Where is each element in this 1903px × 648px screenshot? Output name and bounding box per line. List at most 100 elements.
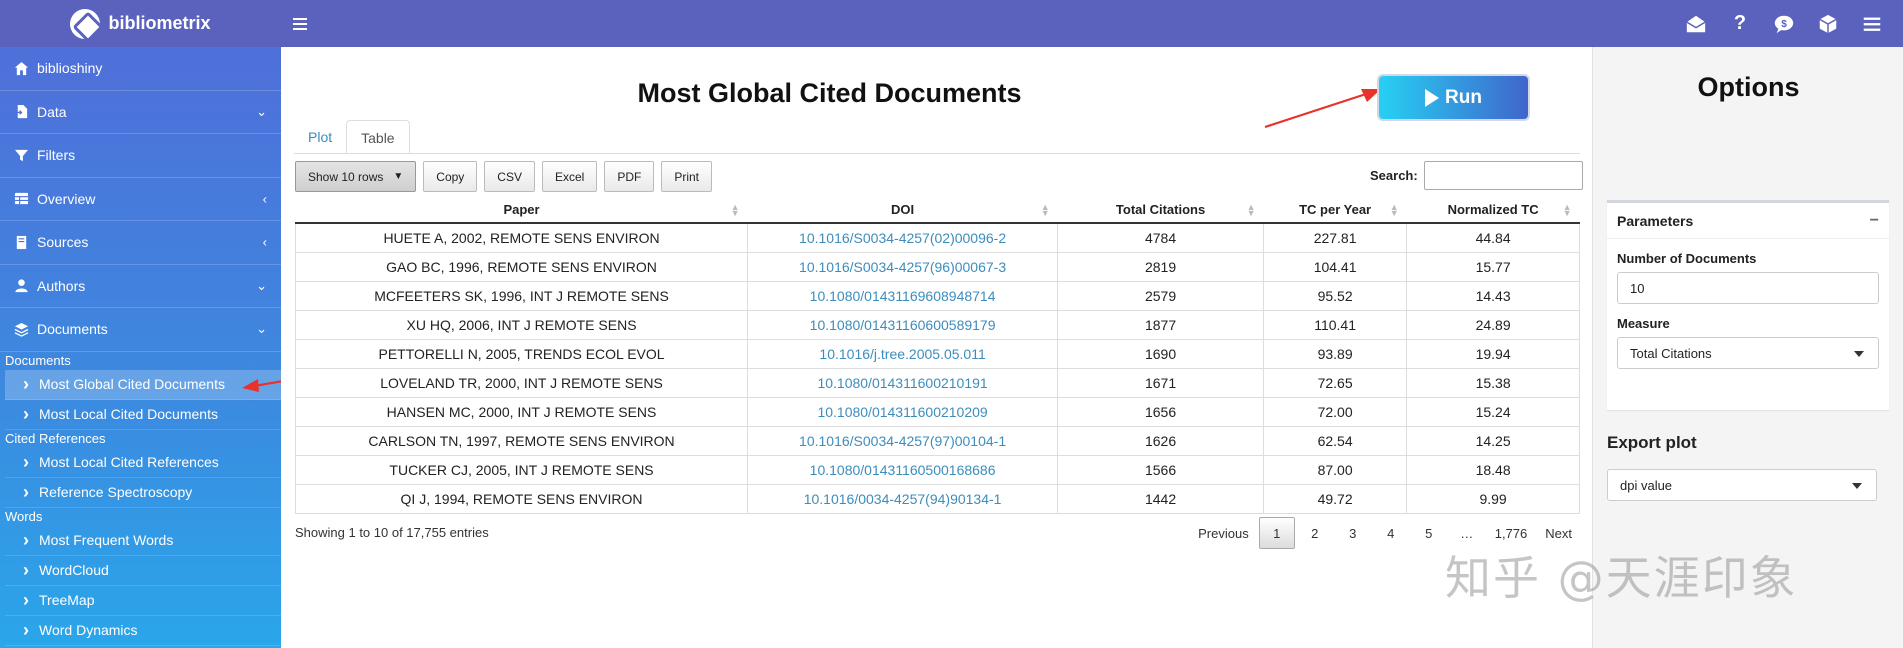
run-button[interactable]: Run [1379,76,1528,119]
cell-normalized-tc: 18.48 [1406,454,1580,484]
column-header-normalized-tc[interactable]: Normalized TC ▲ ▼ [1406,197,1580,224]
cell-tc-per-year: 104.41 [1263,251,1407,281]
column-header-tc-per-year[interactable]: TC per Year ▲ ▼ [1263,197,1407,224]
pdf-button[interactable]: PDF [604,161,655,192]
play-icon [1425,88,1440,107]
help-icon[interactable]: ? [1729,12,1751,35]
cell-total-citations: 1690 [1057,338,1264,368]
sidebar-item-overview[interactable]: Overview ‹ [0,178,281,221]
cell-paper: QI J, 1994, REMOTE SENS ENVIRON [294,483,748,514]
hamburger-line [293,22,307,25]
sort-icon: ▲ ▼ [1246,201,1256,218]
parameters-title: Parameters [1617,212,1694,229]
table-row: CARLSON TN, 1997, REMOTE SENS ENVIRON 10.… [294,425,1580,455]
sidebar-item-label: biblioshiny [37,60,103,77]
copy-button[interactable]: Copy [423,161,478,192]
sidebar-item-filters[interactable]: Filters [0,134,281,178]
cell-doi-link[interactable]: 10.1016/S0034-4257(97)00104-1 [747,425,1058,455]
tab-bar: Plot Table [294,120,410,154]
cell-doi-link[interactable]: 10.1080/01431160600589179 [747,309,1058,339]
brand-name: bibliometrix [108,13,211,33]
cell-doi-link[interactable]: 10.1080/014311600210209 [747,396,1058,426]
parameters-box: Parameters − Number of Documents 10 Meas… [1607,200,1889,410]
top-icons: ? $ [1685,0,1883,47]
num-documents-input[interactable]: 10 [1617,272,1879,304]
column-header-total-citations[interactable]: Total Citations ▲ ▼ [1057,197,1264,224]
cell-doi-link[interactable]: 10.1016/j.tree.2005.05.011 [747,338,1058,368]
measure-select[interactable]: Total Citations [1617,337,1879,369]
column-header-label: Normalized TC [1447,202,1539,217]
sidebar-item-most-local-cited-references[interactable]: Most Local Cited References [5,448,281,478]
page-button-4[interactable]: 4 [1373,517,1409,549]
sidebar-item-wordcloud[interactable]: WordCloud [5,556,281,586]
cell-total-citations: 2579 [1057,280,1264,310]
cell-tc-per-year: 87.00 [1263,454,1407,484]
top-navbar: bibliometrix ? $ [0,0,1903,47]
column-header-label: DOI [891,202,915,217]
sidebar-item-authors[interactable]: Authors ⌄ [0,265,281,308]
table-row: TUCKER CJ, 2005, INT J REMOTE SENS 10.108… [294,454,1580,484]
cell-doi-link[interactable]: 10.1080/01431160500168686 [747,454,1058,484]
cube-icon[interactable] [1817,13,1839,35]
sidebar-item-most-local-cited-documents[interactable]: Most Local Cited Documents [5,400,281,430]
sidebar-item-documents[interactable]: Documents ⌄ [0,308,281,352]
cell-paper: HUETE A, 2002, REMOTE SENS ENVIRON [294,222,748,252]
show-rows-button[interactable]: Show 10 rows ▼ [295,161,417,192]
column-header-paper[interactable]: Paper ▲ ▼ [295,197,748,224]
sidebar-item-label: Overview [37,190,96,207]
print-button[interactable]: Print [661,161,713,192]
excel-button[interactable]: Excel [541,161,598,192]
cell-doi-link[interactable]: 10.1080/01431169608948714 [747,280,1058,310]
brand[interactable]: bibliometrix [0,0,281,47]
search-input[interactable] [1423,161,1583,190]
page-button-5[interactable]: 5 [1411,517,1447,549]
chevron-left-icon: ‹ [262,191,267,207]
cell-tc-per-year: 62.54 [1263,425,1407,455]
collapse-icon[interactable]: − [1870,212,1879,230]
cell-doi-link[interactable]: 10.1016/S0034-4257(02)00096-2 [747,222,1058,252]
page-button-3[interactable]: 3 [1335,517,1371,549]
dpi-select[interactable]: dpi value [1607,469,1877,501]
page-button-1[interactable]: 1 [1258,517,1295,549]
run-button-label: Run [1445,86,1482,108]
sidebar-item-sources[interactable]: Sources ‹ [0,221,281,265]
cell-total-citations: 1656 [1057,396,1264,426]
table-row: HANSEN MC, 2000, INT J REMOTE SENS 10.108… [294,396,1580,426]
user-icon [13,278,29,294]
sidebar-item-most-frequent-words[interactable]: Most Frequent Words [5,526,281,556]
page-button-2[interactable]: 2 [1297,517,1333,549]
cell-doi-link[interactable]: 10.1080/014311600210191 [747,367,1058,397]
column-header-doi[interactable]: DOI ▲ ▼ [747,197,1058,224]
mail-open-icon[interactable] [1685,13,1707,35]
search-label: Search: [1370,168,1418,183]
sidebar-item-reference-spectroscopy[interactable]: Reference Spectroscopy [5,478,281,508]
cell-paper: TUCKER CJ, 2005, INT J REMOTE SENS [294,454,748,484]
cell-paper: GAO BC, 1996, REMOTE SENS ENVIRON [294,251,748,281]
menu-icon[interactable] [1861,13,1883,35]
cell-doi-link[interactable]: 10.1016/0034-4257(94)90134-1 [747,483,1058,514]
cell-total-citations: 2819 [1057,251,1264,281]
sidebar-item-data[interactable]: Data ⌄ [0,91,281,134]
cell-total-citations: 1671 [1057,367,1264,397]
sidebar-item-label: Authors [37,277,86,294]
sidebar-item-biblioshiny[interactable]: biblioshiny [0,47,281,91]
sidebar-item-word-dynamics[interactable]: Word Dynamics [5,616,281,646]
watermark: 知乎 @天涯印象 [1445,551,1798,605]
previous-page-button[interactable]: Previous [1190,517,1257,549]
cell-normalized-tc: 15.24 [1406,396,1580,426]
tab-plot[interactable]: Plot [294,120,346,154]
sidebar-item-treemap[interactable]: TreeMap [5,586,281,616]
cell-paper: PETTORELLI N, 2005, TRENDS ECOL EVOL [294,338,748,368]
chevron-down-icon: ⌄ [256,277,267,293]
tab-table[interactable]: Table [346,120,410,154]
cell-doi-link[interactable]: 10.1016/S0034-4257(96)00067-3 [747,251,1058,281]
table-icon [13,191,29,207]
cell-total-citations: 1877 [1057,309,1264,339]
donate-icon[interactable]: $ [1773,13,1795,35]
cell-tc-per-year: 227.81 [1263,222,1407,252]
sort-icon: ▲ ▼ [1562,201,1572,218]
cell-total-citations: 1626 [1057,425,1264,455]
sidebar-toggle-button[interactable] [293,0,315,47]
sidebar-item-most-global-cited-documents[interactable]: Most Global Cited Documents [5,369,281,400]
csv-button[interactable]: CSV [484,161,535,192]
